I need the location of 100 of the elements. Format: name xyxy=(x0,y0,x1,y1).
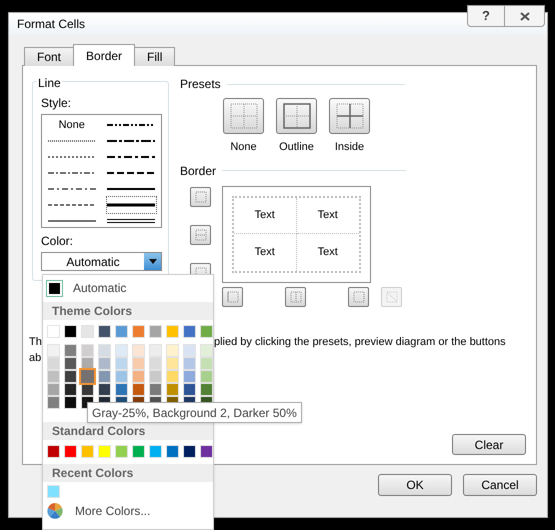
color-swatch[interactable] xyxy=(149,344,162,357)
tab[interactable]: Fill xyxy=(134,47,176,66)
line-style-option[interactable] xyxy=(107,154,156,160)
color-swatch[interactable] xyxy=(47,383,60,396)
preset-button[interactable] xyxy=(329,98,370,134)
color-swatch[interactable] xyxy=(98,370,111,383)
color-swatch[interactable] xyxy=(115,383,128,396)
color-swatch[interactable] xyxy=(132,370,145,383)
line-style-option[interactable] xyxy=(107,202,156,208)
color-swatch[interactable] xyxy=(132,325,145,338)
menu-item[interactable]: More Colors... xyxy=(75,502,150,520)
color-swatch[interactable] xyxy=(47,485,60,498)
line-style-option[interactable]: None xyxy=(47,117,96,133)
preset-label: Inside xyxy=(334,140,364,155)
color-swatch[interactable] xyxy=(132,357,145,370)
color-swatch[interactable] xyxy=(183,383,196,396)
color-swatch[interactable] xyxy=(132,344,145,357)
color-swatch[interactable] xyxy=(200,383,213,396)
color-swatch[interactable] xyxy=(115,325,128,338)
color-swatch[interactable] xyxy=(149,383,162,396)
color-swatch[interactable] xyxy=(183,370,196,383)
color-swatch[interactable] xyxy=(183,445,196,458)
color-swatch[interactable] xyxy=(98,325,111,338)
preset-button[interactable] xyxy=(276,98,317,134)
preset-button[interactable] xyxy=(223,98,264,134)
color-swatch[interactable] xyxy=(47,344,60,357)
menu-item[interactable]: Automatic xyxy=(73,279,126,297)
color-swatch[interactable] xyxy=(166,325,179,338)
color-swatch[interactable] xyxy=(64,445,77,458)
color-swatch[interactable] xyxy=(200,370,213,383)
color-swatch[interactable] xyxy=(132,383,145,396)
color-swatch[interactable] xyxy=(64,396,77,409)
line-style-option[interactable] xyxy=(48,202,96,208)
border-toggle-button[interactable] xyxy=(348,286,369,306)
color-swatch[interactable] xyxy=(115,370,128,383)
line-style-option[interactable] xyxy=(107,186,156,192)
color-swatch[interactable] xyxy=(166,357,179,370)
line-style-option[interactable] xyxy=(48,170,96,176)
color-swatch[interactable] xyxy=(183,344,196,357)
description-text: Th xyxy=(29,334,43,350)
color-swatch[interactable] xyxy=(149,445,162,458)
border-toggle-button[interactable] xyxy=(190,224,211,244)
color-swatch[interactable] xyxy=(47,325,60,338)
color-swatch[interactable] xyxy=(149,325,162,338)
preview-text: Text xyxy=(318,208,338,223)
color-swatch[interactable] xyxy=(200,445,213,458)
tab[interactable]: Border xyxy=(73,44,136,66)
color-swatch[interactable] xyxy=(115,344,128,357)
dialog-button[interactable]: Cancel xyxy=(463,474,537,496)
line-style-option[interactable] xyxy=(48,138,96,144)
color-swatch[interactable] xyxy=(81,370,94,383)
color-swatch[interactable] xyxy=(200,357,213,370)
border-toggle-button[interactable] xyxy=(190,186,211,206)
color-swatch[interactable] xyxy=(132,445,145,458)
color-swatch[interactable] xyxy=(81,445,94,458)
dialog-button[interactable]: OK xyxy=(378,474,452,496)
color-swatch[interactable] xyxy=(47,396,60,409)
color-swatch[interactable] xyxy=(64,370,77,383)
color-swatch[interactable] xyxy=(98,445,111,458)
line-style-option[interactable] xyxy=(48,186,96,192)
color-swatch[interactable] xyxy=(166,370,179,383)
color-swatch[interactable] xyxy=(64,325,77,338)
line-style-option[interactable] xyxy=(107,218,156,224)
border-icon xyxy=(386,290,398,302)
border-toggle-button[interactable] xyxy=(222,286,243,306)
color-swatch[interactable] xyxy=(166,344,179,357)
line-style-option[interactable] xyxy=(107,170,156,176)
color-swatch[interactable] xyxy=(183,325,196,338)
color-swatch[interactable] xyxy=(200,325,213,338)
color-swatch[interactable] xyxy=(115,445,128,458)
line-style-option[interactable] xyxy=(48,218,96,224)
help-button[interactable]: ? xyxy=(467,5,505,27)
color-dropdown[interactable]: Automatic xyxy=(41,252,162,271)
field-label: Style: xyxy=(41,95,72,112)
color-swatch[interactable] xyxy=(166,383,179,396)
color-swatch[interactable] xyxy=(64,357,77,370)
color-swatch[interactable] xyxy=(149,357,162,370)
color-swatch[interactable] xyxy=(49,282,60,294)
color-swatch[interactable] xyxy=(64,344,77,357)
color-swatch[interactable] xyxy=(47,445,60,458)
tab[interactable]: Font xyxy=(24,47,74,66)
close-button[interactable] xyxy=(505,5,545,27)
line-style-option[interactable] xyxy=(48,154,96,160)
color-swatch[interactable] xyxy=(81,344,94,357)
color-swatch[interactable] xyxy=(81,325,94,338)
color-swatch[interactable] xyxy=(149,370,162,383)
color-swatch[interactable] xyxy=(47,370,60,383)
color-swatch[interactable] xyxy=(200,344,213,357)
color-swatch[interactable] xyxy=(183,357,196,370)
color-swatch[interactable] xyxy=(115,357,128,370)
color-swatch[interactable] xyxy=(98,383,111,396)
line-style-option[interactable] xyxy=(107,122,156,128)
border-toggle-button[interactable] xyxy=(285,286,306,306)
line-style-option[interactable] xyxy=(107,138,156,144)
color-swatch[interactable] xyxy=(64,383,77,396)
clear-button[interactable]: Clear xyxy=(452,434,526,455)
color-swatch[interactable] xyxy=(166,445,179,458)
color-swatch[interactable] xyxy=(98,344,111,357)
color-swatch[interactable] xyxy=(98,357,111,370)
color-swatch[interactable] xyxy=(47,357,60,370)
